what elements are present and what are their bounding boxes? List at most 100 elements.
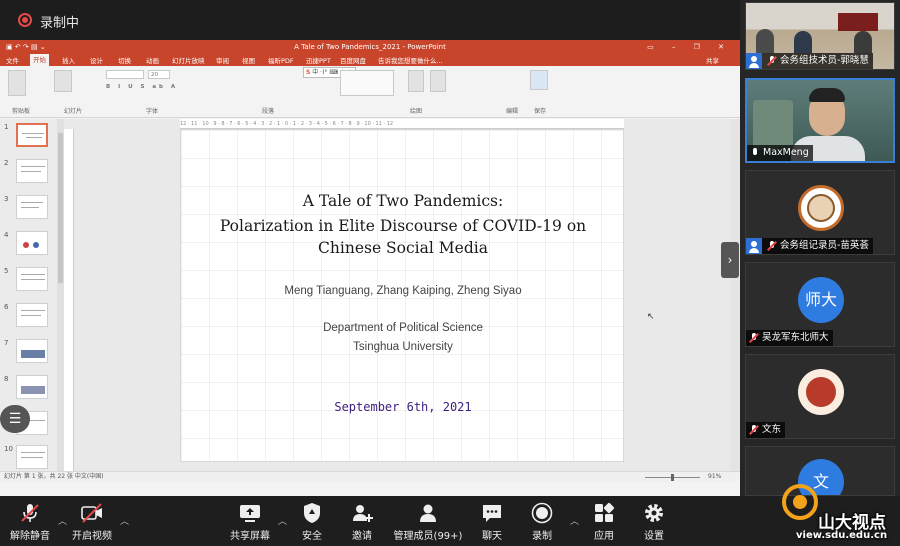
tab-file[interactable]: 文件 bbox=[6, 55, 19, 65]
slide-thumbnail[interactable] bbox=[16, 159, 48, 183]
ppt-status-bar: 幻灯片 第 1 张，共 22 张 中文(中国) 91% bbox=[0, 471, 740, 482]
font-name-box[interactable] bbox=[106, 70, 144, 79]
group-font: 字体 bbox=[146, 108, 159, 115]
window-controls[interactable]: ▭ – ❐ ✕ bbox=[647, 40, 732, 54]
slide-number: 6 bbox=[4, 303, 9, 311]
slide-department: Department of Political Science bbox=[323, 322, 483, 334]
slide-number: 1 bbox=[4, 123, 9, 131]
slide-count-status: 幻灯片 第 1 张，共 22 张 中文(中国) bbox=[4, 473, 104, 480]
participant-tile[interactable]: 会务组记录员-苗英荟 bbox=[745, 170, 895, 255]
slide-thumbnail[interactable] bbox=[16, 267, 48, 291]
participant-name: 吴龙军东北师大 bbox=[762, 332, 829, 343]
slide-title-line-1: A Tale of Two Pandemics: bbox=[302, 192, 504, 210]
invite-button[interactable]: 邀请 bbox=[334, 502, 390, 542]
ribbon: S 中 ·)° ⌨ ♟ ⚙ 20 B I U S ab A 剪贴板 幻灯片 字体… bbox=[0, 66, 740, 118]
security-button[interactable]: 安全 bbox=[284, 502, 340, 542]
watermark-logo-icon bbox=[782, 484, 818, 520]
mic-muted-icon bbox=[749, 333, 759, 343]
start-video-button[interactable]: 开启视频 bbox=[64, 502, 120, 542]
share-button[interactable]: 共享 bbox=[706, 55, 719, 65]
recording-label: 录制中 bbox=[40, 16, 80, 31]
tab-foxit-pdf[interactable]: 福昕PDF bbox=[268, 55, 294, 65]
share-screen-button[interactable]: 共享屏幕 bbox=[222, 502, 278, 542]
collapse-panel-button[interactable]: › bbox=[721, 242, 739, 278]
shapes-gallery[interactable] bbox=[340, 70, 394, 96]
manage-members-label: 管理成员(99+) bbox=[393, 531, 463, 542]
current-slide[interactable]: A Tale of Two Pandemics: Polarization in… bbox=[180, 129, 624, 462]
slide-thumbnail[interactable] bbox=[16, 339, 48, 363]
participant-name: 会务组技术员-郭晓慧 bbox=[780, 55, 869, 66]
chat-label: 聊天 bbox=[482, 531, 502, 542]
ribbon-tabs: 文件 开始 插入 设计 切换 动画 幻灯片放映 审阅 视图 福昕PDF 迅捷PP… bbox=[0, 54, 740, 66]
tab-view[interactable]: 视图 bbox=[242, 55, 255, 65]
slide-thumbnail[interactable] bbox=[16, 445, 48, 469]
tab-insert[interactable]: 插入 bbox=[62, 55, 75, 65]
slide-thumbnail[interactable] bbox=[16, 303, 48, 327]
slide-menu-icon[interactable]: ☰ bbox=[0, 405, 30, 433]
group-drawing: 绘图 bbox=[410, 108, 423, 115]
tab-slideshow[interactable]: 幻灯片放映 bbox=[172, 55, 205, 65]
participant-tile[interactable]: 师大 吴龙军东北师大 bbox=[745, 262, 895, 347]
mic-muted-icon bbox=[767, 56, 777, 66]
participant-tile[interactable]: 文东 bbox=[745, 354, 895, 439]
tab-xunjie-ppt[interactable]: 迅捷PPT bbox=[306, 55, 331, 65]
participant-name: 文东 bbox=[762, 424, 782, 435]
tab-design[interactable]: 设计 bbox=[90, 55, 103, 65]
chat-icon bbox=[481, 502, 503, 524]
participant-avatar bbox=[798, 369, 844, 415]
arrange-icon[interactable] bbox=[408, 70, 424, 92]
slide-canvas: 12 · 11 · 10 · 9 · 8 · 7 · 6 · 5 · 4 · 3… bbox=[64, 119, 740, 471]
mic-icon bbox=[750, 148, 760, 158]
share-screen-label: 共享屏幕 bbox=[230, 531, 270, 542]
record-button[interactable]: 录制 bbox=[514, 502, 570, 542]
participant-tile-active-speaker[interactable]: MaxMeng bbox=[745, 78, 895, 163]
participant-panel: 会务组技术员-郭晓慧 MaxMeng 会务组记录员-苗英荟 师大 吴龙军东北师大 bbox=[740, 0, 900, 496]
slide-number: 5 bbox=[4, 267, 9, 275]
host-icon bbox=[746, 53, 762, 69]
tell-me-box[interactable]: 告诉我您想要做什么... bbox=[378, 55, 443, 65]
participant-name-bar: 文东 bbox=[746, 422, 786, 438]
slide-thumbnail[interactable] bbox=[16, 375, 48, 399]
ppt-title-bar: ▣ ↶ ↷ ▤ ⌄ A Tale of Two Pandemics_2021 -… bbox=[0, 40, 740, 54]
font-size-value: 20 bbox=[151, 72, 158, 78]
unmute-label: 解除静音 bbox=[10, 531, 50, 542]
new-slide-icon[interactable] bbox=[54, 70, 72, 92]
mic-muted-icon bbox=[749, 425, 759, 435]
slide-thumbnail[interactable] bbox=[16, 195, 48, 219]
tab-animations[interactable]: 动画 bbox=[146, 55, 159, 65]
zoom-slider[interactable] bbox=[645, 474, 700, 481]
tab-home[interactable]: 开始 bbox=[30, 54, 49, 66]
paste-icon[interactable] bbox=[8, 70, 26, 96]
font-size-box[interactable]: 20 bbox=[148, 70, 170, 79]
participant-name-bar: 会务组记录员-苗英荟 bbox=[746, 238, 873, 254]
slide-thumbnail[interactable] bbox=[16, 123, 48, 147]
quick-styles-icon[interactable] bbox=[430, 70, 446, 92]
invite-label: 邀请 bbox=[352, 531, 372, 542]
add-user-icon bbox=[351, 502, 373, 524]
font-format-buttons[interactable]: B I U S ab A bbox=[106, 84, 178, 90]
apps-label: 应用 bbox=[594, 531, 614, 542]
slide-number: 10 bbox=[4, 445, 13, 453]
manage-members-button[interactable]: 管理成员(99+) bbox=[386, 502, 470, 542]
tab-transitions[interactable]: 切换 bbox=[118, 55, 131, 65]
slide-thumbnail[interactable] bbox=[16, 231, 48, 255]
tab-baidu-netdisk[interactable]: 百度网盘 bbox=[340, 55, 366, 65]
group-clipboard: 剪贴板 bbox=[12, 108, 31, 115]
quick-access-icons[interactable]: ▣ ↶ ↷ ▤ ⌄ bbox=[6, 40, 46, 54]
save-to-baidu-icon[interactable] bbox=[530, 70, 548, 90]
canvas-scrollbar[interactable] bbox=[730, 119, 740, 471]
group-save: 保存 bbox=[534, 108, 547, 115]
settings-button[interactable]: 设置 bbox=[626, 502, 682, 542]
participant-name: MaxMeng bbox=[763, 147, 809, 158]
chevron-up-icon[interactable]: ︿ bbox=[120, 514, 129, 527]
participant-tile[interactable]: 会务组技术员-郭晓慧 bbox=[745, 2, 895, 70]
security-label: 安全 bbox=[302, 531, 322, 542]
start-video-label: 开启视频 bbox=[72, 531, 112, 542]
tab-review[interactable]: 审阅 bbox=[216, 55, 229, 65]
zoom-level[interactable]: 91% bbox=[708, 472, 721, 482]
mouse-cursor-icon: ↖ bbox=[647, 312, 655, 322]
unmute-button[interactable]: 解除静音 bbox=[2, 502, 58, 542]
chat-button[interactable]: 聊天 bbox=[464, 502, 520, 542]
thumbnail-scrollbar[interactable] bbox=[57, 119, 64, 471]
apps-button[interactable]: 应用 bbox=[576, 502, 632, 542]
